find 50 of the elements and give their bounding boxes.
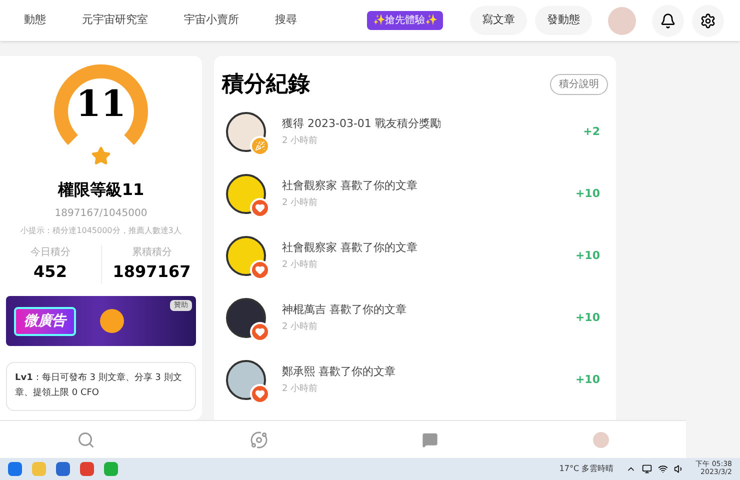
entry-text: 獲得 2023-03-01 戰友積分獎勵	[282, 116, 441, 132]
nav-button[interactable]: 寫文章	[470, 6, 527, 35]
points-help-button[interactable]: 積分說明	[550, 74, 608, 95]
nav-link[interactable]: 宇宙小賣所	[184, 12, 239, 29]
settings-icon[interactable]	[692, 4, 724, 36]
stat-label: 累積積分	[132, 246, 172, 260]
bell-icon[interactable]	[652, 4, 684, 36]
stat-value: 1897167	[112, 261, 191, 283]
mascot-drawing	[100, 309, 124, 333]
hint-text: 小提示：積分達1045000分，推薦人數達3人	[20, 225, 182, 237]
level-info-text: Lv1：每日可發布 3 則文章、分享 3 則文章、提領上限 0 CFO	[15, 373, 182, 398]
taskbar-app-icon[interactable]	[8, 462, 22, 476]
entry-text: 鄭承熙 喜歡了你的文章	[282, 364, 396, 380]
entry-text: 社會觀察家 喜歡了你的文章	[282, 178, 418, 194]
party-popper-icon	[250, 136, 270, 156]
taskbar-app-icon[interactable]	[104, 462, 118, 476]
entry-points: +10	[575, 248, 600, 264]
taskbar-app-icon[interactable]	[56, 462, 70, 476]
entry-points: +10	[575, 372, 600, 388]
search-icon[interactable]	[77, 430, 96, 448]
level-title: 權限等級11	[58, 179, 144, 201]
nav-link[interactable]: 搜尋	[275, 12, 297, 29]
entry-points: +10	[575, 186, 600, 202]
points-log-title: 積分紀錄	[222, 71, 310, 99]
promo-badge[interactable]: ✨搶先體驗✨	[367, 11, 443, 30]
entry-text: 社會觀察家 喜歡了你的文章	[282, 240, 418, 256]
monitor-icon[interactable]	[642, 464, 652, 474]
ad-title: 微廣告	[14, 306, 76, 336]
nav-link[interactable]: 動態	[24, 12, 46, 29]
chat-icon[interactable]	[422, 432, 438, 448]
stat-value: 452	[34, 261, 67, 283]
entry-time: 2 小時前	[282, 320, 319, 334]
entry-time: 2 小時前	[282, 382, 319, 396]
entry-time: 2 小時前	[282, 196, 319, 210]
entry-points: +10	[575, 310, 600, 326]
stat-label: 今日積分	[30, 246, 70, 260]
progress-text: 1897167/1045000	[54, 207, 148, 221]
entry-points: +2	[583, 124, 600, 140]
nav-button[interactable]: 發動態	[535, 6, 592, 35]
entry-text: 神棍萬吉 喜歡了你的文章	[282, 302, 406, 318]
star-icon	[91, 146, 111, 166]
weather-text[interactable]: 17°C 多雲時晴	[559, 463, 614, 475]
taskbar-app-icon[interactable]	[80, 462, 94, 476]
level-number: 11	[74, 86, 128, 122]
entry-time: 2 小時前	[282, 258, 319, 272]
volume-icon[interactable]	[674, 464, 684, 474]
planet-icon[interactable]	[250, 430, 268, 448]
nav-link[interactable]: 元宇宙研究室	[82, 12, 148, 29]
network-icon[interactable]	[658, 464, 668, 474]
entry-time: 2 小時前	[282, 134, 319, 148]
